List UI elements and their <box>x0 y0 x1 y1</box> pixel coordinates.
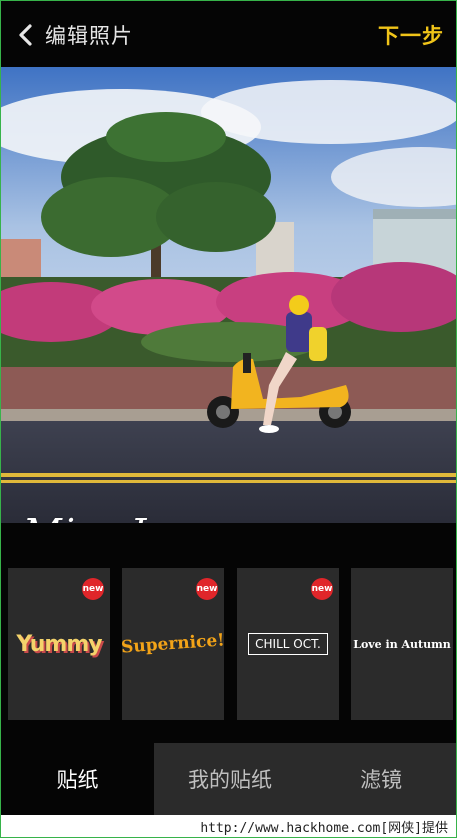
sticker-love-in-autumn[interactable]: Love in Autumn <box>351 568 453 720</box>
sticker-strip: new Yummy new Supernice! new CHILL OCT. … <box>1 523 456 743</box>
sticker-label: CHILL OCT. <box>248 633 328 655</box>
new-badge: new <box>82 578 104 600</box>
photo-image <box>1 67 456 523</box>
page-title: 编辑照片 <box>45 24 133 48</box>
app-screen: 编辑照片 下一步 new Yummy new Supernice! new CH… <box>0 0 457 838</box>
bottom-tab-bar: 贴纸 我的贴纸 滤镜 <box>1 743 456 815</box>
top-bar: 编辑照片 下一步 <box>1 1 456 67</box>
tab-stickers[interactable]: 贴纸 <box>1 743 154 815</box>
photo-preview[interactable]: Miss June <box>1 67 456 523</box>
sticker-chill-oct[interactable]: new CHILL OCT. <box>237 568 339 720</box>
chevron-left-icon <box>19 24 32 46</box>
site-watermark: http://www.hackhome.com[网侠]提供 <box>200 821 448 836</box>
next-step-button[interactable]: 下一步 <box>378 20 444 50</box>
sticker-label: Supernice! <box>120 630 226 658</box>
site-watermark-bar: http://www.hackhome.com[网侠]提供 <box>1 815 456 837</box>
photo-caption-sticker[interactable]: Miss June <box>23 511 221 523</box>
sticker-supernice[interactable]: new Supernice! <box>120 568 226 720</box>
sticker-label: Love in Autumn <box>353 637 451 651</box>
sticker-label: Yummy <box>16 631 102 657</box>
new-badge: new <box>311 578 333 600</box>
new-badge: new <box>196 578 218 600</box>
sticker-yummy[interactable]: new Yummy <box>8 568 110 720</box>
tab-my-stickers[interactable]: 我的贴纸 <box>154 743 306 815</box>
back-button[interactable] <box>11 21 39 49</box>
tab-filters[interactable]: 滤镜 <box>306 743 456 815</box>
